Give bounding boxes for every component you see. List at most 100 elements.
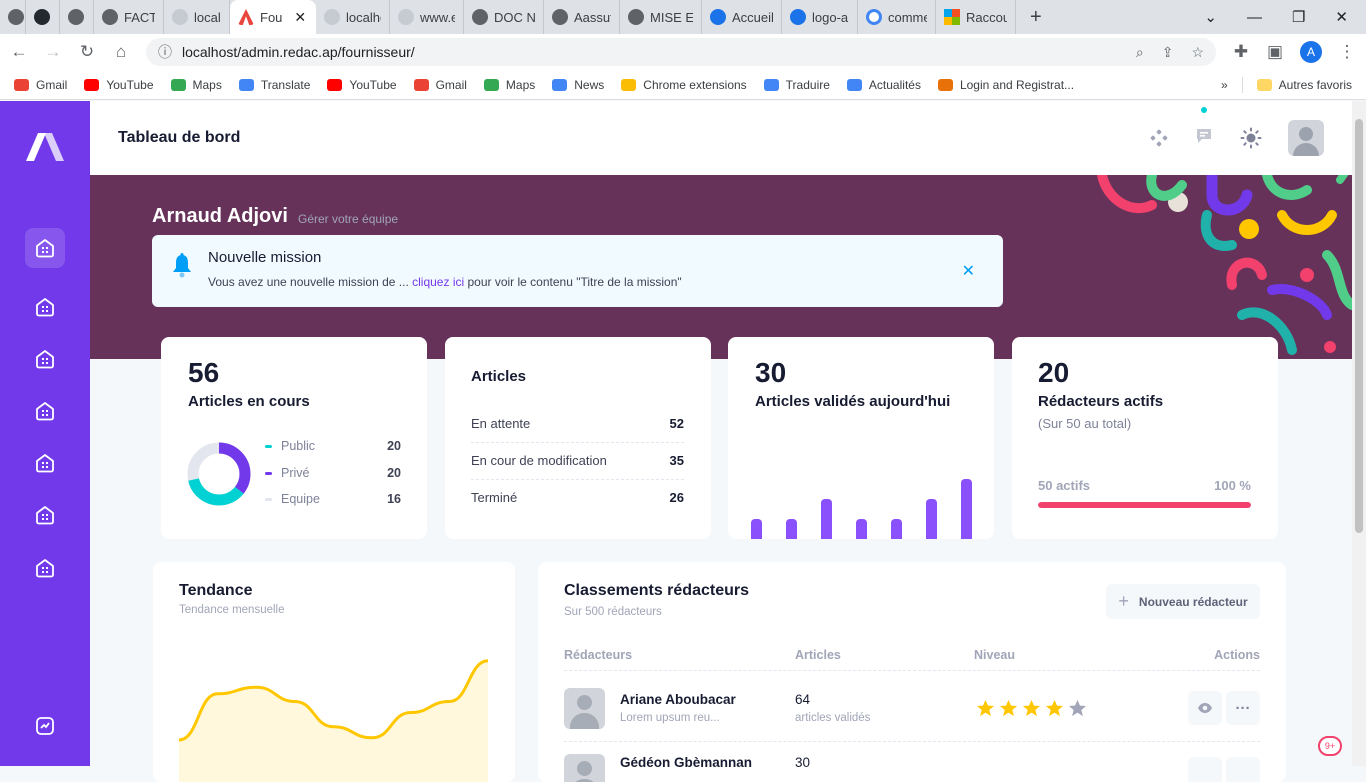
page-scrollbar[interactable] bbox=[1352, 101, 1366, 766]
site-info-icon[interactable]: ⓘ bbox=[158, 42, 172, 62]
team-link[interactable]: Gérer votre équipe bbox=[298, 212, 398, 226]
bookmark-item[interactable]: Login and Registrat... bbox=[937, 78, 1074, 92]
back-icon[interactable]: ← bbox=[10, 42, 28, 62]
divider bbox=[1241, 76, 1243, 93]
alert-link[interactable]: cliquez ici bbox=[412, 275, 464, 289]
header-actions bbox=[1150, 106, 1324, 156]
messages-button[interactable] bbox=[1194, 106, 1214, 151]
classements-subtitle: Sur 500 rédacteurs bbox=[564, 606, 662, 618]
sidebar-stats-icon[interactable] bbox=[25, 706, 65, 746]
bookmark-item[interactable]: News bbox=[552, 78, 604, 92]
app-logo-icon[interactable] bbox=[24, 131, 66, 161]
tab-list: FACTUR localhost Fou ✕ localhost www.el DOC N A… bbox=[0, 0, 1016, 34]
bookmark-icon bbox=[84, 78, 100, 91]
bookmark-icon bbox=[763, 78, 779, 91]
bookmark-label: YouTube bbox=[349, 77, 397, 92]
alert-text-start: Vous avez une nouvelle mission de ... bbox=[208, 275, 413, 289]
browser-tab[interactable] bbox=[60, 0, 94, 34]
sidebar-item-1[interactable] bbox=[25, 228, 65, 268]
share-icon[interactable]: ⇪ bbox=[1162, 44, 1174, 61]
redacteur-name[interactable]: Gédéon Gbèmannan bbox=[620, 755, 752, 770]
view-button[interactable] bbox=[1188, 691, 1222, 725]
minimize-icon[interactable]: — bbox=[1247, 9, 1262, 26]
zoom-icon[interactable]: ⌕ bbox=[1136, 44, 1144, 61]
apps-icon[interactable] bbox=[1150, 129, 1168, 147]
bookmark-item[interactable]: Maps bbox=[170, 78, 222, 92]
browser-tab[interactable] bbox=[26, 0, 60, 34]
browser-tab[interactable]: Aassuf bbox=[544, 0, 620, 34]
add-redacteur-button[interactable]: + Nouveau rédacteur bbox=[1106, 584, 1260, 619]
globe-icon bbox=[472, 9, 488, 25]
more-button[interactable]: ··· bbox=[1226, 691, 1260, 725]
articles-row-attente: En attente 52 bbox=[471, 416, 684, 443]
home-icon[interactable]: ⌂ bbox=[112, 42, 130, 62]
bookmark-item[interactable]: YouTube bbox=[327, 77, 397, 92]
browser-tab[interactable]: Accueil bbox=[702, 0, 782, 34]
bookmark-item[interactable]: Gmail bbox=[413, 78, 467, 92]
bookmark-item[interactable]: Actualités bbox=[846, 78, 921, 92]
forward-icon[interactable]: → bbox=[44, 42, 62, 62]
legend-label: Equipe bbox=[281, 492, 320, 506]
bookmark-item[interactable]: Gmail bbox=[14, 78, 67, 92]
tab-search-icon[interactable]: ⌄ bbox=[1204, 8, 1217, 26]
tab-active[interactable]: Fou ✕ bbox=[230, 0, 316, 34]
bookmark-item[interactable]: YouTube bbox=[84, 78, 154, 92]
tab-close-icon[interactable]: ✕ bbox=[294, 9, 306, 26]
bar-4 bbox=[856, 519, 867, 539]
browser-tab[interactable] bbox=[0, 0, 26, 34]
browser-tab[interactable]: logo-ap bbox=[782, 0, 858, 34]
alert-text-end: pour voir le contenu "Titre de la missio… bbox=[464, 275, 682, 289]
new-tab-button[interactable]: + bbox=[1016, 6, 1056, 29]
view-button[interactable] bbox=[1188, 757, 1222, 782]
row-value: 35 bbox=[669, 453, 684, 468]
browser-tab[interactable]: MISE E bbox=[620, 0, 702, 34]
rating-stars bbox=[976, 699, 1087, 718]
pma-icon bbox=[172, 9, 188, 25]
extensions-icon[interactable]: ✚ bbox=[1232, 42, 1250, 62]
redacteur-name[interactable]: Ariane Aboubacar bbox=[620, 692, 736, 707]
browser-tab[interactable]: www.el bbox=[390, 0, 464, 34]
row-value: 52 bbox=[669, 416, 684, 431]
browser-tab[interactable]: Raccou bbox=[936, 0, 1016, 34]
extension-badge-icon[interactable]: 9+ bbox=[1318, 736, 1342, 756]
bookmark-star-icon[interactable]: ☆ bbox=[1191, 44, 1204, 61]
reload-icon[interactable]: ↻ bbox=[78, 42, 96, 62]
address-bar[interactable]: ⓘ localhost/admin.redac.ap/fournisseur/ … bbox=[146, 38, 1216, 66]
sidebar-item-5[interactable] bbox=[25, 443, 65, 483]
bookmark-item[interactable]: Translate bbox=[238, 78, 310, 92]
bookmark-item[interactable]: Chrome extensions bbox=[621, 78, 747, 92]
more-button[interactable] bbox=[1226, 757, 1260, 782]
menu-icon[interactable]: ⋮ bbox=[1338, 42, 1356, 62]
sidebar-item-7[interactable] bbox=[25, 548, 65, 588]
browser-tab[interactable]: comme bbox=[858, 0, 936, 34]
browser-tab[interactable]: DOC N bbox=[464, 0, 544, 34]
browser-tab[interactable]: FACTUR bbox=[94, 0, 164, 34]
sidebar-item-6[interactable] bbox=[25, 495, 65, 535]
close-icon[interactable]: ✕ bbox=[962, 261, 975, 281]
github-icon bbox=[34, 9, 50, 25]
sidebar-item-4[interactable] bbox=[25, 391, 65, 431]
profile-avatar[interactable]: A bbox=[1300, 41, 1322, 63]
tab-label: Accueil bbox=[732, 9, 773, 25]
close-window-icon[interactable]: ✕ bbox=[1335, 8, 1348, 26]
bookmark-item[interactable]: Maps bbox=[483, 78, 535, 92]
sidebar-item-2[interactable] bbox=[25, 287, 65, 327]
browser-tab[interactable]: localhost bbox=[164, 0, 230, 34]
bookmark-list: Gmail YouTube Maps Translate YouTube Gmail Map… bbox=[14, 78, 1074, 92]
alert-title: Nouvelle mission bbox=[208, 249, 322, 266]
scroll-thumb[interactable] bbox=[1355, 119, 1363, 533]
browser-tab[interactable]: localhost bbox=[316, 0, 390, 34]
theme-sun-icon[interactable] bbox=[1240, 127, 1262, 149]
card-tendance: Tendance Tendance mensuelle bbox=[153, 562, 515, 782]
bookmarks-more-button[interactable]: » bbox=[1221, 78, 1228, 92]
bookmark-item[interactable]: Traduire bbox=[763, 78, 830, 92]
sidebar-item-3[interactable] bbox=[25, 339, 65, 379]
restore-icon[interactable]: ❐ bbox=[1292, 8, 1305, 26]
other-bookmarks-folder[interactable]: Autres favoris bbox=[1256, 78, 1352, 92]
trend-chart bbox=[178, 659, 489, 782]
side-panel-icon[interactable]: ▣ bbox=[1266, 42, 1284, 62]
canva-icon bbox=[790, 9, 806, 25]
tab-label: Raccou bbox=[966, 9, 1007, 25]
user-avatar[interactable] bbox=[1288, 120, 1324, 156]
bookmarks-overflow: » Autres favoris bbox=[1221, 76, 1352, 93]
